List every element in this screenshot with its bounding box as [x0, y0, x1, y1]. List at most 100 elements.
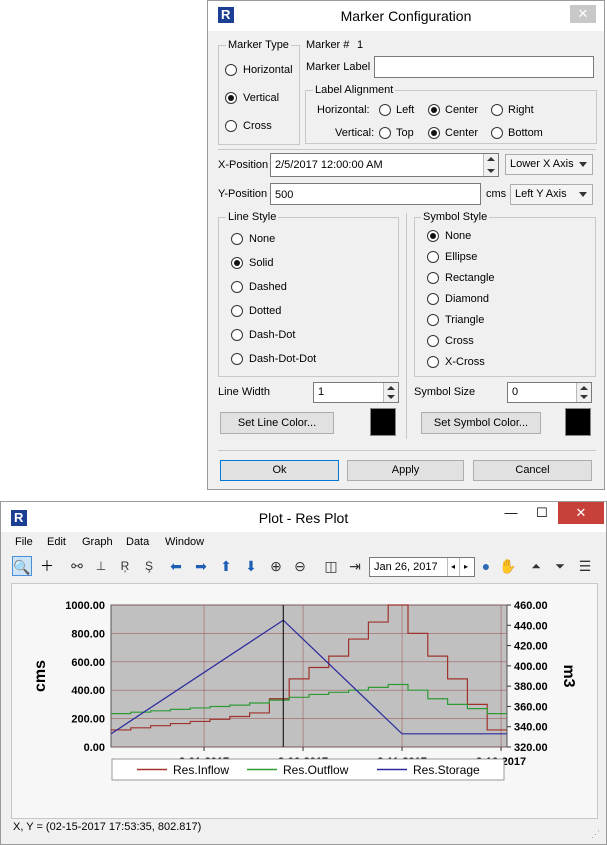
line-style-label-dashed: Dashed [249, 281, 287, 293]
apply-button[interactable]: Apply [347, 460, 464, 481]
res-plot-chart[interactable]: 1000.00 800.00 600.00 400.00 200.00 0.00 460.0… [12, 584, 597, 818]
radio-valign-bottom[interactable] [491, 127, 503, 139]
symbol-size-spinner[interactable] [576, 383, 591, 402]
symbol-style-radio-x-cross[interactable] [427, 356, 439, 368]
plot-window: R Plot - Res Plot — ☐ ✕ File Edit Graph … [0, 501, 607, 845]
plot-panel: 1000.00 800.00 600.00 400.00 200.00 0.00 460.0… [11, 583, 598, 819]
dialog-title-bar[interactable]: R Marker Configuration ✕ [208, 1, 604, 31]
spin-up-icon[interactable] [487, 157, 495, 161]
date-prev-icon[interactable]: ◂ [447, 558, 458, 576]
close-icon[interactable]: ✕ [570, 5, 596, 23]
spin-down-icon[interactable] [387, 395, 395, 399]
horizontal-align-label: Horizontal: [317, 104, 370, 116]
line-style-radio-solid[interactable] [231, 257, 243, 269]
radio-valign-center[interactable] [428, 127, 440, 139]
date-input[interactable]: Jan 26, 2017 ◂ ▸ [369, 557, 475, 577]
radio-valign-top[interactable] [379, 127, 391, 139]
radio-halign-center[interactable] [428, 104, 440, 116]
symbol-style-radio-diamond[interactable] [427, 293, 439, 305]
spin-down-icon[interactable] [487, 169, 495, 173]
menu-graph[interactable]: Graph [82, 536, 113, 548]
symbol-style-radio-cross[interactable] [427, 335, 439, 347]
plot-window-title-bar[interactable]: R Plot - Res Plot — ☐ ✕ [1, 502, 606, 532]
x-axis-select[interactable]: Lower X Axis [505, 154, 593, 175]
collapse-icon[interactable]: ⇥ [345, 556, 365, 576]
toolbar: 🔍 ＋ ⚯ ⊥ Ŗ Ş ⬅ ➡ ⬆ ⬇ ⊕ ⊖ ◫ ⇥ Jan 26, 2017… [1, 553, 606, 579]
date-next-icon[interactable]: ▸ [459, 558, 472, 576]
radio-halign-left[interactable] [379, 104, 391, 116]
symbol-size-value: 0 [512, 386, 519, 398]
line-width-spinner[interactable] [383, 383, 398, 402]
spin-up-icon[interactable] [387, 386, 395, 390]
x-position-input[interactable]: 2/5/2017 12:00:00 AM [270, 153, 499, 177]
maximize-icon[interactable]: ☐ [529, 502, 555, 524]
arrow-down-icon[interactable]: ⬇ [241, 556, 261, 576]
axis-s-icon[interactable]: Ş [139, 556, 159, 576]
y2-tick-label: 360.00 [514, 701, 548, 713]
line-style-radio-dash-dot[interactable] [231, 329, 243, 341]
line-width-value: 1 [318, 386, 325, 398]
arrow-right-icon[interactable]: ➡ [191, 556, 211, 576]
menu-data[interactable]: Data [126, 536, 149, 548]
y-position-input[interactable]: 500 [270, 183, 481, 205]
symbol-style-radio-triangle[interactable] [427, 314, 439, 326]
symbol-color-swatch[interactable] [565, 408, 591, 436]
globe-icon[interactable]: ● [476, 556, 496, 576]
axis-r-icon[interactable]: Ŗ [115, 556, 135, 576]
radio-marker-cross[interactable] [225, 120, 237, 132]
y-axis-select[interactable]: Left Y Axis [510, 184, 593, 205]
line-style-radio-none[interactable] [231, 233, 243, 245]
arrow-up-icon[interactable]: ⬆ [216, 556, 236, 576]
legend-label: Res.Inflow [173, 763, 229, 777]
marker-label-input[interactable] [374, 56, 594, 78]
symbol-style-radio-rectangle[interactable] [427, 272, 439, 284]
close-icon[interactable]: ✕ [558, 502, 604, 524]
menu-window[interactable]: Window [165, 536, 204, 548]
zoom-in-icon[interactable]: ⊕ [266, 556, 286, 576]
y2-tick-label: 420.00 [514, 641, 548, 653]
minimize-icon[interactable]: — [498, 502, 524, 524]
line-color-swatch[interactable] [370, 408, 396, 436]
crosshair-icon[interactable]: ＋ [37, 556, 57, 576]
set-line-color-button[interactable]: Set Line Color... [220, 412, 334, 434]
symbol-style-label-triangle: Triangle [445, 314, 485, 326]
hand-icon[interactable]: ✋ [498, 556, 518, 576]
radio-marker-horizontal[interactable] [225, 64, 237, 76]
symbol-style-radio-none[interactable] [427, 230, 439, 242]
resize-grip-icon[interactable]: ⋰ [591, 829, 600, 840]
line-style-radio-dash-dot-dot[interactable] [231, 353, 243, 365]
axis-x-icon[interactable]: ⊥ [91, 556, 111, 576]
link-icon[interactable]: ⚯ [67, 556, 87, 576]
symbol-style-radio-ellipse[interactable] [427, 251, 439, 263]
symbol-size-input[interactable]: 0 [507, 382, 592, 403]
zoom-icon[interactable]: 🔍 [12, 556, 32, 576]
spin-up-icon[interactable] [580, 386, 588, 390]
symbol-style-label-none: None [445, 230, 472, 242]
y-tick-label: 0.00 [84, 742, 105, 754]
y-units-label: cms [486, 188, 507, 200]
radio-marker-vertical[interactable] [225, 92, 237, 104]
radio-label-vertical: Vertical [243, 92, 280, 104]
chart-up-icon[interactable]: ⏶ [526, 556, 546, 576]
y-tick-label: 200.00 [71, 714, 105, 726]
menu-edit[interactable]: Edit [47, 536, 66, 548]
arrow-left-icon[interactable]: ⬅ [166, 556, 186, 576]
set-symbol-color-button[interactable]: Set Symbol Color... [421, 412, 541, 434]
cancel-button[interactable]: Cancel [473, 460, 592, 481]
spin-down-icon[interactable] [580, 395, 588, 399]
x-position-spinner[interactable] [483, 154, 498, 176]
y-tick-label: 800.00 [71, 628, 105, 640]
chart-menu-icon[interactable]: ☰ [575, 556, 595, 576]
line-style-radio-dotted[interactable] [231, 305, 243, 317]
menu-file[interactable]: File [15, 536, 33, 548]
chart-down-icon[interactable]: ⏷ [550, 556, 570, 576]
ok-button[interactable]: Ok [220, 460, 339, 481]
legend-label: Res.Outflow [283, 763, 349, 777]
divider [218, 149, 596, 150]
split-icon[interactable]: ◫ [321, 556, 341, 576]
y2-axis-label: m3 [560, 664, 577, 687]
radio-halign-right[interactable] [491, 104, 503, 116]
line-width-input[interactable]: 1 [313, 382, 399, 403]
line-style-radio-dashed[interactable] [231, 281, 243, 293]
zoom-out-icon[interactable]: ⊖ [290, 556, 310, 576]
